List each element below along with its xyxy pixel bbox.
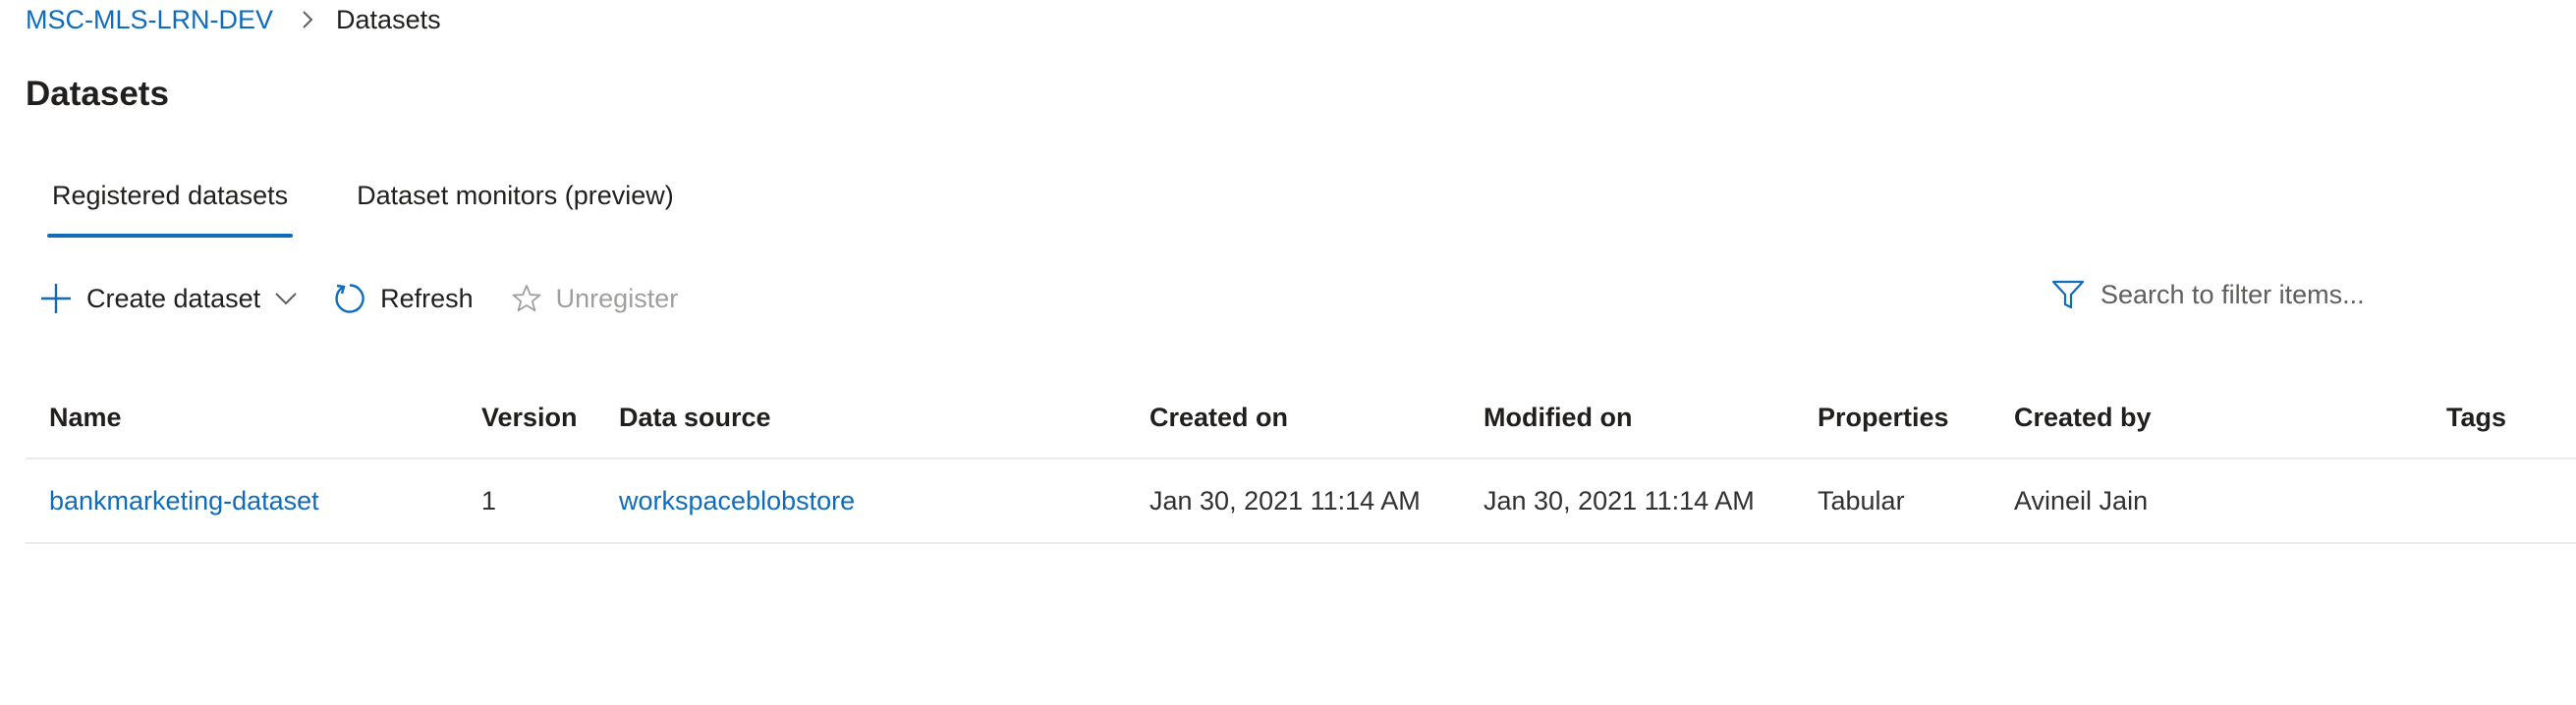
data-source-link[interactable]: workspaceblobstore [619, 460, 855, 542]
chevron-down-icon[interactable] [274, 291, 298, 306]
search-box [2051, 271, 2464, 318]
refresh-label: Refresh [380, 283, 474, 313]
chevron-right-icon [301, 9, 314, 30]
column-header-name[interactable]: Name [49, 377, 122, 458]
column-header-created-by[interactable]: Created by [2014, 377, 2152, 458]
column-header-tags[interactable]: Tags [2446, 377, 2506, 458]
tab-dataset-monitors[interactable]: Dataset monitors (preview) [352, 167, 679, 224]
unregister-label: Unregister [555, 283, 679, 313]
datasets-table: Name Version Data source Created on Modi… [26, 377, 2576, 544]
create-dataset-button[interactable]: Create dataset [39, 275, 298, 322]
tab-bar: Registered datasets Dataset monitors (pr… [47, 167, 679, 240]
unregister-button[interactable]: Unregister [511, 275, 679, 322]
column-header-data-source[interactable]: Data source [619, 377, 771, 458]
table-header: Name Version Data source Created on Modi… [26, 377, 2576, 460]
create-dataset-label: Create dataset [86, 283, 261, 313]
column-header-version[interactable]: Version [481, 377, 578, 458]
modified-on-value: Jan 30, 2021 11:14 AM [1484, 485, 1755, 515]
plus-icon [39, 282, 73, 315]
filter-icon [2051, 279, 2085, 310]
tab-registered-datasets[interactable]: Registered datasets [47, 167, 294, 238]
column-header-modified-on[interactable]: Modified on [1484, 377, 1632, 458]
properties-value: Tabular [1818, 485, 1905, 515]
dataset-name-link[interactable]: bankmarketing-dataset [49, 460, 319, 542]
created-by-value: Avineil Jain [2014, 485, 2149, 515]
breadcrumb-workspace-link[interactable]: MSC-MLS-LRN-DEV [26, 5, 273, 35]
column-header-created-on[interactable]: Created on [1149, 377, 1288, 458]
command-bar: Create dataset Refresh Unregister [39, 275, 678, 322]
breadcrumb-current: Datasets [336, 4, 441, 34]
created-on-value: Jan 30, 2021 11:14 AM [1149, 485, 1421, 515]
refresh-button[interactable]: Refresh [333, 275, 474, 322]
table-row[interactable]: bankmarketing-dataset 1 workspaceblobsto… [26, 460, 2576, 544]
star-icon [511, 283, 542, 314]
breadcrumb: MSC-MLS-LRN-DEV Datasets [26, 0, 441, 39]
search-input[interactable] [2099, 278, 2456, 311]
column-header-properties[interactable]: Properties [1818, 377, 1949, 458]
page-title: Datasets [26, 75, 169, 113]
dataset-version: 1 [481, 485, 497, 515]
refresh-icon [333, 282, 366, 315]
